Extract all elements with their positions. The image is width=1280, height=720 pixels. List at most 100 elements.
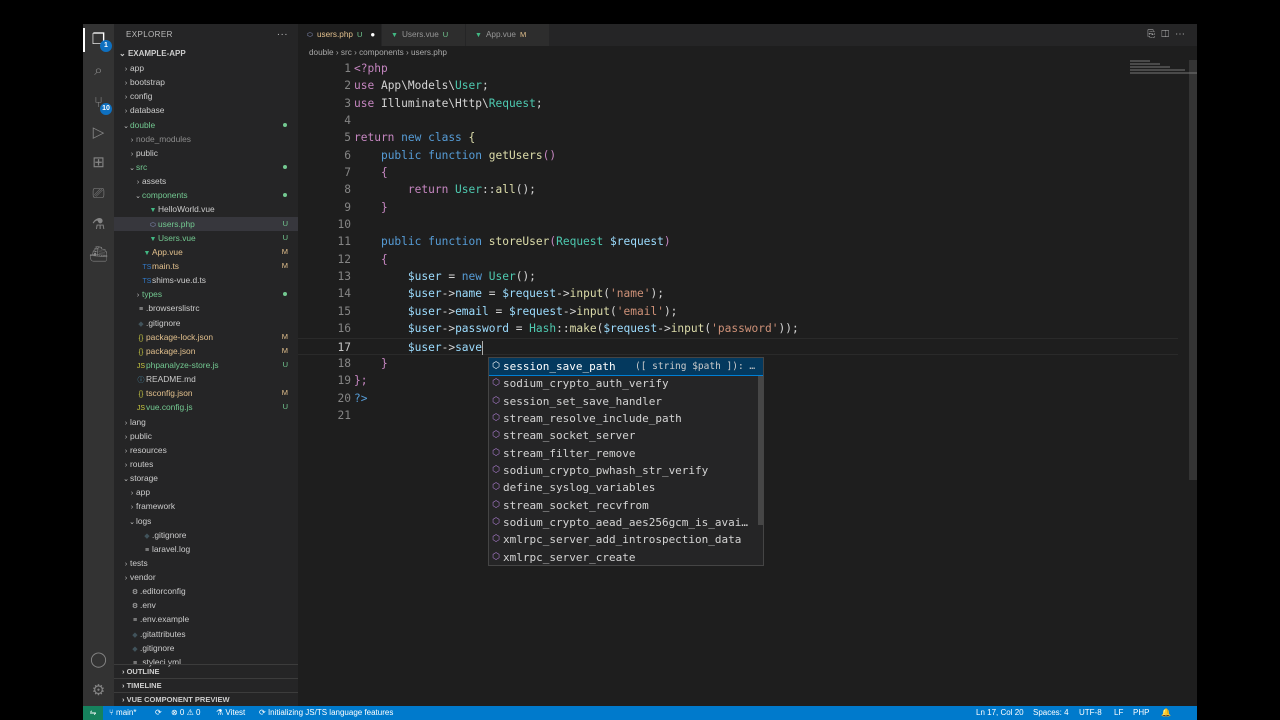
tree-item[interactable]: › assets bbox=[114, 174, 298, 188]
account-icon[interactable]: ◯ bbox=[88, 649, 109, 670]
tree-item[interactable]: ▼ Users.vue U bbox=[114, 231, 298, 245]
suggestion-item[interactable]: ⬡ session_set_save_handler bbox=[489, 393, 763, 410]
branch-indicator[interactable]: ⑂ main* bbox=[109, 706, 136, 720]
breadcrumb-item[interactable]: users.php bbox=[411, 48, 447, 57]
tree-item[interactable]: {} package-lock.json M bbox=[114, 330, 298, 344]
tree-item[interactable]: › node_modules bbox=[114, 132, 298, 146]
settings-gear-icon[interactable]: ⚙ bbox=[88, 680, 109, 701]
vitest-indicator[interactable]: ⚗ Vitest bbox=[216, 706, 245, 720]
tree-item[interactable]: › app bbox=[114, 61, 298, 75]
tree-item[interactable]: ⌄src bbox=[114, 160, 298, 174]
suggestion-item[interactable]: ⬡ stream_filter_remove bbox=[489, 445, 763, 462]
code-token: Illuminate\Http\ bbox=[380, 96, 489, 110]
tree-item[interactable]: TSmain.ts M bbox=[114, 259, 298, 273]
tree-item[interactable]: ≡ .env.example bbox=[114, 612, 298, 626]
tree-item[interactable]: ◆ .gitattributes bbox=[114, 627, 298, 641]
tree-item[interactable]: › config bbox=[114, 89, 298, 103]
tree-item[interactable]: ◆ .gitignore bbox=[114, 528, 298, 542]
problems-indicator[interactable]: ⊗ 0 ⚠ 0 bbox=[171, 706, 200, 720]
sidebar-section-timeline[interactable]: › TIMELINE bbox=[114, 678, 298, 692]
source-control-icon[interactable]: ⑂ 10 bbox=[88, 92, 112, 115]
tab-app-vue[interactable]: ▼ App.vue M bbox=[466, 24, 549, 46]
split-editor-icon[interactable]: ◫ bbox=[1161, 29, 1175, 40]
sync-icon[interactable]: ⟳ bbox=[155, 706, 162, 720]
tree-item[interactable]: ▼ App.vue M bbox=[114, 245, 298, 259]
tree-item[interactable]: ⌄logs bbox=[114, 514, 298, 528]
sidebar-section-outline[interactable]: › OUTLINE bbox=[114, 664, 298, 678]
notifications-bell-icon[interactable]: 🔔 bbox=[1161, 706, 1171, 720]
explorer-files-icon[interactable]: ❐ 1 bbox=[88, 29, 112, 52]
indentation[interactable]: Spaces: 4 bbox=[1033, 706, 1069, 720]
tree-item[interactable]: ≡ laravel.log bbox=[114, 542, 298, 556]
remote-explorer-icon[interactable]: ⎚ bbox=[88, 183, 109, 204]
tree-item[interactable]: › framework bbox=[114, 499, 298, 513]
tree-item[interactable]: › bootstrap bbox=[114, 75, 298, 89]
tree-item[interactable]: {} tsconfig.json M bbox=[114, 386, 298, 400]
suggestion-item[interactable]: ⬡ stream_socket_server bbox=[489, 427, 763, 444]
tree-item[interactable]: ▼ HelloWorld.vue bbox=[114, 202, 298, 216]
tree-item[interactable]: › app bbox=[114, 485, 298, 499]
code-token: User bbox=[455, 183, 482, 197]
tree-item[interactable]: ⬭ users.php U bbox=[114, 216, 298, 231]
sidebar-section-vue-component-preview[interactable]: › VUE COMPONENT PREVIEW bbox=[114, 692, 298, 706]
breadcrumb-item[interactable]: components bbox=[359, 48, 404, 57]
suggestion-item[interactable]: ⬡ xmlrpc_server_create bbox=[489, 549, 763, 565]
tree-item[interactable]: ⓘ README.md bbox=[114, 372, 298, 386]
eol[interactable]: LF bbox=[1114, 706, 1123, 720]
line-number: 18 bbox=[337, 356, 351, 370]
tree-item[interactable]: ⌄components bbox=[114, 188, 298, 202]
tree-item[interactable]: › routes bbox=[114, 457, 298, 471]
encoding[interactable]: UTF-8 bbox=[1079, 706, 1102, 720]
unsaved-dot-icon[interactable]: ● bbox=[370, 30, 375, 39]
tree-item[interactable]: › lang bbox=[114, 415, 298, 429]
tree-item[interactable]: ⌄storage bbox=[114, 471, 298, 485]
tree-item[interactable]: › tests bbox=[114, 556, 298, 570]
more-actions-icon[interactable]: ⋯ bbox=[1175, 29, 1191, 40]
file-type-icon: ⬭ bbox=[307, 32, 313, 39]
extensions-icon[interactable]: ⊞ bbox=[88, 152, 109, 173]
more-actions-icon[interactable]: ··· bbox=[277, 24, 288, 46]
tree-item[interactable]: › public bbox=[114, 146, 298, 160]
suggestion-item[interactable]: ⬡ sodium_crypto_auth_verify bbox=[489, 375, 763, 392]
suggestion-item[interactable]: ⬡ sodium_crypto_aead_aes256gcm_is_availab… bbox=[489, 514, 763, 531]
tree-item[interactable]: JSvue.config.js U bbox=[114, 400, 298, 414]
suggestion-item[interactable]: ⬡ session_save_path ([ string $path ]): … bbox=[489, 358, 763, 377]
tree-item[interactable]: › vendor bbox=[114, 570, 298, 584]
tree-item[interactable]: ◆ .gitignore bbox=[114, 316, 298, 330]
run-debug-icon[interactable]: ▷ bbox=[88, 122, 109, 143]
breadcrumb-item[interactable]: double bbox=[309, 48, 334, 57]
tree-item[interactable]: › public bbox=[114, 429, 298, 443]
tab-users-vue[interactable]: ▼ Users.vue U bbox=[382, 24, 465, 46]
editor-scrollbar[interactable] bbox=[1189, 60, 1197, 480]
tree-item[interactable]: ⌄double bbox=[114, 118, 298, 132]
suggestion-label: define_syslog_variables bbox=[503, 481, 656, 495]
tree-item[interactable]: ≡ .browserslistrc bbox=[114, 301, 298, 315]
testing-flask-icon[interactable]: ⚗ bbox=[88, 214, 109, 235]
tree-item[interactable]: TSshims-vue.d.ts bbox=[114, 273, 298, 287]
breadcrumb-item[interactable]: src bbox=[341, 48, 352, 57]
suggestion-item[interactable]: ⬡ xmlrpc_server_add_introspection_data bbox=[489, 531, 763, 548]
suggestion-item[interactable]: ⬡ stream_resolve_include_path bbox=[489, 410, 763, 427]
tree-item[interactable]: JSphpanalyze-store.js U bbox=[114, 358, 298, 372]
search-icon[interactable]: ⌕ bbox=[88, 60, 109, 81]
remote-indicator-icon[interactable]: ⇋ bbox=[83, 706, 103, 720]
suggestion-item[interactable]: ⬡ stream_socket_recvfrom bbox=[489, 497, 763, 514]
open-changes-icon[interactable]: ⎘ bbox=[1147, 29, 1161, 40]
file-type-icon: ▼ bbox=[391, 32, 398, 39]
tree-item[interactable]: › types bbox=[114, 287, 298, 301]
suggestion-item[interactable]: ⬡ sodium_crypto_pwhash_str_verify bbox=[489, 462, 763, 479]
tree-item[interactable]: ⚙ .env bbox=[114, 598, 298, 612]
tree-item[interactable]: ⚙ .editorconfig bbox=[114, 584, 298, 598]
tree-item[interactable]: › database bbox=[114, 103, 298, 117]
docker-icon[interactable]: ⛴ bbox=[88, 244, 109, 265]
cursor-position[interactable]: Ln 17, Col 20 bbox=[976, 706, 1024, 720]
workspace-root[interactable]: ⌄ EXAMPLE-APP bbox=[114, 46, 298, 61]
language-mode[interactable]: PHP bbox=[1133, 706, 1149, 720]
code-line: 16 $user->password = Hash::make($request… bbox=[298, 320, 1178, 337]
tree-item[interactable]: ◆ .gitignore bbox=[114, 641, 298, 655]
tree-item[interactable]: › resources bbox=[114, 443, 298, 457]
suggestion-item[interactable]: ⬡ define_syslog_variables bbox=[489, 479, 763, 496]
tree-item[interactable]: {} package.json M bbox=[114, 344, 298, 358]
tab-users-php[interactable]: ⬭ users.php U ● bbox=[298, 24, 381, 46]
